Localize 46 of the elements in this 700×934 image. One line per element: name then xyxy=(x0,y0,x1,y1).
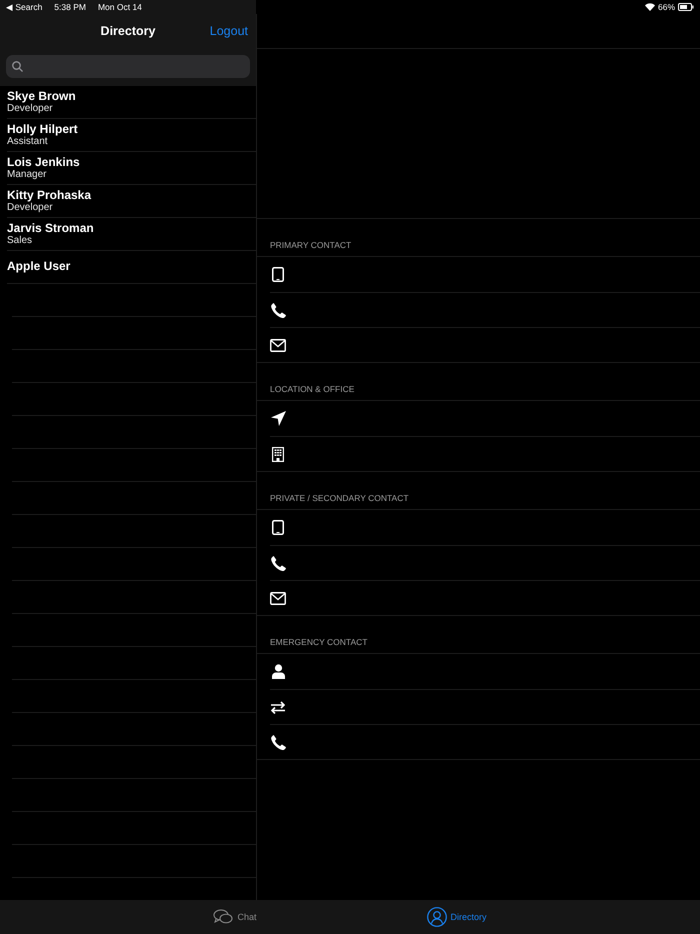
person-name: Apple User xyxy=(7,259,72,273)
battery-percent: 66% xyxy=(658,2,675,12)
battery-icon xyxy=(678,3,694,11)
search-field[interactable] xyxy=(6,55,250,78)
phone-icon xyxy=(270,302,286,318)
person-row[interactable]: Jarvis Stroman Sales xyxy=(7,218,256,251)
person-role: Developer xyxy=(7,202,54,212)
section-header: PRIVATE / SECONDARY CONTACT xyxy=(257,472,700,510)
person-name: Holly Hilpert xyxy=(7,122,79,136)
person-circle-icon xyxy=(426,907,446,927)
section-header: EMERGENCY CONTACT xyxy=(257,616,700,654)
person-name: Lois Jenkins xyxy=(7,154,81,168)
tablet-icon xyxy=(272,520,284,535)
location-arrow-icon xyxy=(270,411,286,426)
status-time: 5:38 PM xyxy=(54,2,86,12)
status-date: Mon Oct 14 xyxy=(98,2,142,12)
wifi-icon xyxy=(644,3,655,11)
back-link[interactable]: ◀ Search xyxy=(6,2,42,12)
person-role: Developer xyxy=(7,102,54,114)
person-row[interactable]: Skye Brown Developer xyxy=(7,86,256,119)
person-role: Assistant xyxy=(7,136,48,146)
person-icon xyxy=(272,664,284,679)
person-row[interactable]: Kitty Prohaska Developer xyxy=(7,185,256,218)
person-name: Kitty Prohaska xyxy=(7,188,92,202)
envelope-icon xyxy=(270,338,286,352)
search-icon xyxy=(12,61,23,72)
person-row[interactable]: Apple User xyxy=(7,251,256,284)
logout-button[interactable]: Logout xyxy=(210,24,248,38)
building-icon xyxy=(272,446,284,462)
person-row[interactable]: Lois Jenkins Manager xyxy=(7,152,256,185)
person-role: Manager xyxy=(7,168,48,180)
envelope-icon xyxy=(270,592,286,604)
tab[interactable]: Chat xyxy=(213,909,256,925)
phone-icon xyxy=(270,734,286,750)
tab[interactable]: Directory xyxy=(426,907,487,927)
person-name: Jarvis Stroman xyxy=(7,220,95,234)
person-row[interactable]: Holly Hilpert Assistant xyxy=(7,119,256,152)
section-header: LOCATION & OFFICE xyxy=(257,363,700,401)
tablet-icon xyxy=(272,267,284,282)
chat-bubbles-icon xyxy=(213,909,234,925)
sidebar-title: Directory xyxy=(100,24,156,38)
swap-arrows-icon xyxy=(270,700,286,714)
phone-icon xyxy=(270,556,286,570)
person-role: Sales xyxy=(7,234,34,246)
person-name: Skye Brown xyxy=(7,88,77,102)
section-header: PRIMARY CONTACT xyxy=(257,219,700,257)
